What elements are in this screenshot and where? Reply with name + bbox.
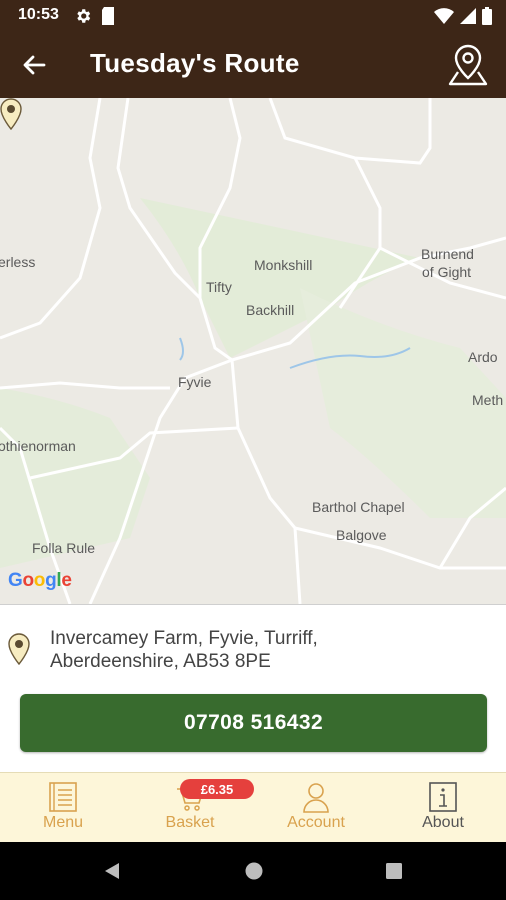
nav-label-basket: Basket <box>165 814 215 831</box>
wifi-icon <box>434 8 454 24</box>
app-bar: Tuesday's Route <box>0 32 506 98</box>
menu-book-icon <box>49 782 77 812</box>
back-triangle-icon[interactable] <box>103 861 123 881</box>
gear-icon <box>77 9 91 23</box>
bottom-nav: Menu Basket Account About £6.35 <box>0 772 506 842</box>
user-icon <box>303 783 329 813</box>
address-line-2: Aberdeenshire, AB53 8PE <box>50 651 271 672</box>
nav-label-about: About <box>422 814 464 831</box>
map-place-label: of Gight <box>422 264 472 280</box>
map-place-label: othienorman <box>0 438 76 454</box>
location-pin-icon[interactable] <box>0 98 22 130</box>
nav-label-account: Account <box>287 814 345 831</box>
map-place-label: Balgove <box>336 527 387 543</box>
route-map[interactable]: erless Monkshill Burnend of Gight Tifty … <box>0 98 506 604</box>
basket-total-badge[interactable]: £6.35 <box>180 779 254 799</box>
address-line-1: Invercamey Farm, Fyvie, Turriff, <box>50 628 318 649</box>
signal-icon <box>460 8 476 24</box>
map-roads <box>0 98 506 604</box>
address: Invercamey Farm, Fyvie, Turriff, Aberdee… <box>50 627 318 673</box>
nav-item-menu[interactable]: Menu <box>0 773 126 843</box>
status-time: 10:53 <box>18 6 59 23</box>
map-pin-outline-icon[interactable] <box>446 42 490 88</box>
call-phone-button[interactable]: 07708 516432 <box>20 694 487 752</box>
map-place-label: Monkshill <box>254 257 313 273</box>
nav-item-account[interactable]: Account <box>253 773 379 843</box>
map-place-label: Meth <box>472 392 504 408</box>
map-place-label: Folla Rule <box>32 540 96 556</box>
sim-card-icon <box>102 7 114 25</box>
status-bar: 10:53 <box>0 0 506 32</box>
map-place-label: Barthol Chapel <box>312 499 405 515</box>
page-title: Tuesday's Route <box>90 48 300 78</box>
nav-item-about[interactable]: About <box>380 773 506 843</box>
info-icon <box>429 782 457 812</box>
home-circle-icon[interactable] <box>244 861 264 881</box>
arrow-left-icon[interactable] <box>18 49 50 81</box>
google-logo: Google <box>8 570 72 591</box>
battery-icon <box>482 7 492 25</box>
map-place-label: Backhill <box>246 302 295 318</box>
map-place-label: Fyvie <box>178 374 212 390</box>
map-place-label: Ardo <box>468 349 498 365</box>
nav-label-menu: Menu <box>42 814 84 831</box>
recents-square-icon[interactable] <box>384 861 404 881</box>
location-pin-icon <box>8 633 30 665</box>
map-place-label: erless <box>0 254 36 270</box>
map-place-label: Tifty <box>206 279 232 295</box>
location-info: Invercamey Farm, Fyvie, Turriff, Aberdee… <box>0 604 506 772</box>
map-place-label: Burnend <box>421 246 474 262</box>
system-nav-bar <box>0 842 506 900</box>
